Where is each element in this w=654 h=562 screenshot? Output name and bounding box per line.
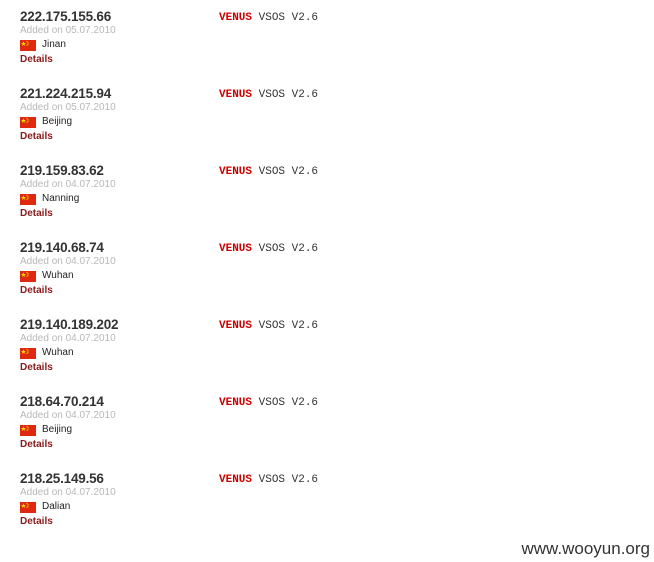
- ip-address-link[interactable]: 221.224.215.94: [20, 85, 111, 103]
- banner-version: VSOS V2.6: [258, 474, 319, 486]
- banner-brand: VENUS: [219, 12, 253, 24]
- location: Jinan: [20, 39, 66, 51]
- service-banner: VENUS VSOS V2.6: [219, 12, 318, 24]
- china-flag-icon: [20, 39, 36, 51]
- ip-address-link[interactable]: 222.175.155.66: [20, 8, 111, 26]
- city-label: Beijing: [42, 424, 73, 435]
- china-flag-icon: [20, 193, 36, 205]
- city-label: Jinan: [42, 39, 66, 50]
- added-date: Added on 04.07.2010: [20, 256, 116, 267]
- details-link[interactable]: Details: [20, 285, 53, 297]
- service-banner: VENUS VSOS V2.6: [219, 474, 318, 486]
- banner-brand: VENUS: [219, 89, 253, 101]
- location: Beijing: [20, 424, 72, 436]
- result-entry: 218.25.149.56 Added on 04.07.2010 Dalian…: [20, 470, 640, 547]
- details-link[interactable]: Details: [20, 54, 53, 66]
- details-link[interactable]: Details: [20, 439, 53, 451]
- location: Beijing: [20, 116, 72, 128]
- ip-address-link[interactable]: 219.140.68.74: [20, 239, 104, 257]
- china-flag-icon: [20, 424, 36, 436]
- ip-address-link[interactable]: 219.159.83.62: [20, 162, 104, 180]
- added-date: Added on 04.07.2010: [20, 333, 116, 344]
- service-banner: VENUS VSOS V2.6: [219, 89, 318, 101]
- banner-version: VSOS V2.6: [258, 397, 319, 409]
- banner-version: VSOS V2.6: [258, 243, 319, 255]
- details-link[interactable]: Details: [20, 131, 53, 143]
- china-flag-icon: [20, 501, 36, 513]
- results-list: 222.175.155.66 Added on 05.07.2010 Jinan…: [20, 8, 640, 547]
- china-flag-icon: [20, 270, 36, 282]
- banner-version: VSOS V2.6: [258, 12, 319, 24]
- added-date: Added on 04.07.2010: [20, 487, 116, 498]
- result-entry: 219.140.68.74 Added on 04.07.2010 Wuhan …: [20, 239, 640, 316]
- service-banner: VENUS VSOS V2.6: [219, 320, 318, 332]
- details-link[interactable]: Details: [20, 208, 53, 220]
- banner-brand: VENUS: [219, 243, 253, 255]
- details-link[interactable]: Details: [20, 362, 53, 374]
- service-banner: VENUS VSOS V2.6: [219, 243, 318, 255]
- china-flag-icon: [20, 116, 36, 128]
- ip-address-link[interactable]: 219.140.189.202: [20, 316, 119, 334]
- banner-brand: VENUS: [219, 474, 253, 486]
- location: Wuhan: [20, 347, 74, 359]
- banner-brand: VENUS: [219, 166, 253, 178]
- service-banner: VENUS VSOS V2.6: [219, 397, 318, 409]
- city-label: Wuhan: [42, 347, 74, 358]
- details-link[interactable]: Details: [20, 516, 53, 528]
- banner-version: VSOS V2.6: [258, 166, 319, 178]
- city-label: Nanning: [42, 193, 80, 204]
- china-flag-icon: [20, 347, 36, 359]
- location: Dalian: [20, 501, 70, 513]
- location: Wuhan: [20, 270, 74, 282]
- result-entry: 219.140.189.202 Added on 04.07.2010 Wuha…: [20, 316, 640, 393]
- result-entry: 219.159.83.62 Added on 04.07.2010 Nannin…: [20, 162, 640, 239]
- location: Nanning: [20, 193, 79, 205]
- watermark: www.wooyun.org: [521, 539, 650, 558]
- result-entry: 222.175.155.66 Added on 05.07.2010 Jinan…: [20, 8, 640, 85]
- added-date: Added on 04.07.2010: [20, 179, 116, 190]
- result-entry: 221.224.215.94 Added on 05.07.2010 Beiji…: [20, 85, 640, 162]
- banner-brand: VENUS: [219, 320, 253, 332]
- result-entry: 218.64.70.214 Added on 04.07.2010 Beijin…: [20, 393, 640, 470]
- city-label: Beijing: [42, 116, 73, 127]
- ip-address-link[interactable]: 218.25.149.56: [20, 470, 104, 488]
- added-date: Added on 05.07.2010: [20, 25, 116, 36]
- banner-version: VSOS V2.6: [258, 320, 319, 332]
- banner-version: VSOS V2.6: [258, 89, 319, 101]
- service-banner: VENUS VSOS V2.6: [219, 166, 318, 178]
- city-label: Wuhan: [42, 270, 74, 281]
- banner-brand: VENUS: [219, 397, 253, 409]
- city-label: Dalian: [42, 501, 71, 512]
- ip-address-link[interactable]: 218.64.70.214: [20, 393, 104, 411]
- added-date: Added on 05.07.2010: [20, 102, 116, 113]
- added-date: Added on 04.07.2010: [20, 410, 116, 421]
